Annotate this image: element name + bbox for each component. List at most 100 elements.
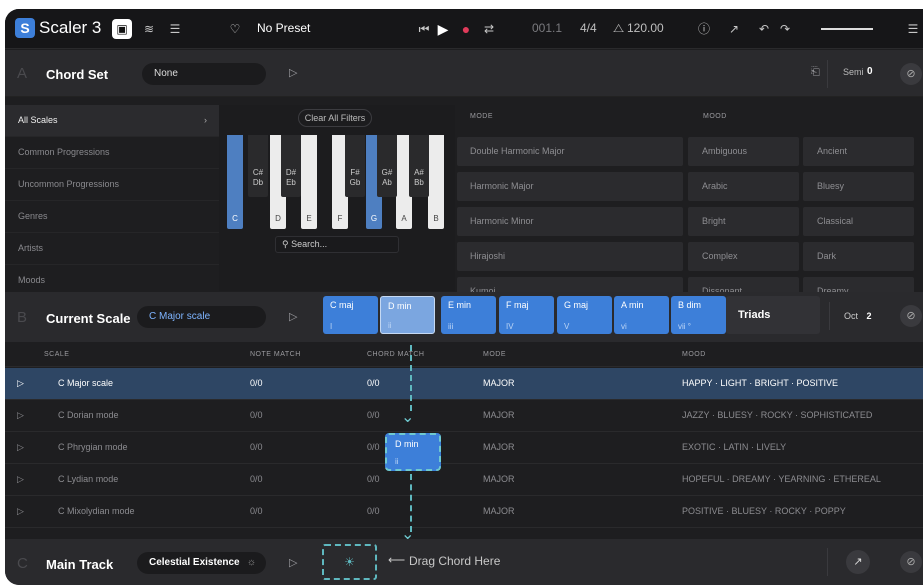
row-play-icon[interactable]: ▷: [17, 464, 24, 495]
tempo-readout[interactable]: 120.00: [627, 21, 664, 35]
octave-control[interactable]: Oct 2: [829, 302, 889, 330]
record-icon[interactable]: ●: [456, 19, 476, 39]
mood-filter-item[interactable]: Bluesy: [803, 172, 914, 201]
current-scale-selector[interactable]: C Major scale: [137, 306, 266, 328]
mode-filter-item[interactable]: Harmonic Major: [457, 172, 683, 201]
mood-filter-item[interactable]: Bright: [688, 207, 799, 236]
table-row[interactable]: ▷ C Major scale 0/0 0/0 MAJOR HAPPY · LI…: [5, 368, 923, 400]
row-play-icon[interactable]: ▷: [17, 368, 24, 399]
chord-set-play-icon[interactable]: ▷: [289, 66, 297, 79]
row-mode: MAJOR: [483, 410, 515, 420]
chord-pad[interactable]: A min vi: [614, 296, 669, 334]
current-scale-play-icon[interactable]: ▷: [289, 310, 297, 323]
main-track-selector[interactable]: Celestial Existence ☼: [137, 552, 266, 574]
link-icon[interactable]: ⊘: [900, 63, 922, 85]
chord-pad[interactable]: B dim vii °: [671, 296, 726, 334]
header-scale[interactable]: SCALE: [44, 351, 69, 358]
section-letter-c: C: [17, 555, 28, 572]
link-icon[interactable]: ⊘: [900, 305, 922, 327]
chord-type-selector[interactable]: Triads: [726, 296, 820, 334]
clear-filters-button[interactable]: Clear All Filters: [298, 109, 372, 127]
mood-filter-item[interactable]: Classical: [803, 207, 914, 236]
mood-filter-item[interactable]: Arabic: [688, 172, 799, 201]
chord-pad[interactable]: D min ii: [380, 296, 435, 334]
mode-filter-item[interactable]: Hirajoshi: [457, 242, 683, 271]
loop-icon[interactable]: ⇄: [479, 19, 499, 39]
row-scale: C Major scale: [58, 378, 114, 388]
row-note-match: 0/0: [250, 442, 263, 452]
volume-slider[interactable]: [821, 28, 873, 30]
info-icon[interactable]: ⓘ: [694, 19, 714, 39]
piano-key-d-sharp[interactable]: D# Eb: [281, 135, 301, 197]
row-mood: EXOTIC · LATIN · LIVELY: [682, 442, 787, 452]
sidebar-item-artists[interactable]: Artists: [5, 233, 219, 265]
chord-set-selector[interactable]: None: [142, 63, 266, 85]
piano-key-b[interactable]: B: [428, 135, 444, 229]
row-scale: C Mixolydian mode: [58, 506, 135, 516]
mood-column-header: MOOD: [703, 113, 727, 120]
table-row[interactable]: ▷ C Mixolydian mode 0/0 0/0 MAJOR POSITI…: [5, 496, 923, 528]
chord-set-bar: A Chord Set None ▷ ⎗ Semi 0 ⊘: [5, 50, 923, 97]
time-signature[interactable]: 4/4: [580, 21, 597, 35]
row-play-icon[interactable]: ▷: [17, 400, 24, 431]
header-note-match[interactable]: NOTE MATCH: [250, 351, 301, 358]
table-row[interactable]: ▷ C Dorian mode 0/0 0/0 MAJOR JAZZY · BL…: [5, 400, 923, 432]
piano-key-f-sharp[interactable]: F# Gb: [345, 135, 365, 197]
browser-view-icon[interactable]: ▣: [112, 19, 132, 39]
chord-pad[interactable]: E min iii: [441, 296, 496, 334]
table-row[interactable]: ▷ C Lydian mode 0/0 0/0 MAJOR HOPEFUL · …: [5, 464, 923, 496]
app-title: Scaler 3: [39, 18, 102, 37]
header-mode[interactable]: MODE: [483, 351, 506, 358]
dragged-chord-pad[interactable]: D min ii: [385, 433, 441, 471]
row-mode: MAJOR: [483, 506, 515, 516]
piano-key-g-sharp[interactable]: G# Ab: [377, 135, 397, 197]
heart-icon[interactable]: ♡: [225, 19, 245, 39]
export-icon[interactable]: ↗: [846, 550, 870, 574]
menu-icon[interactable]: ☰: [903, 19, 923, 39]
list-view-icon[interactable]: ☰: [165, 19, 185, 39]
mood-filter-item[interactable]: Ambiguous: [688, 137, 799, 166]
header-mood[interactable]: MOOD: [682, 351, 706, 358]
table-row[interactable]: ▷ C Phrygian mode 0/0 0/0 MAJOR EXOTIC ·…: [5, 432, 923, 464]
piano-key-e[interactable]: E: [301, 135, 317, 229]
chord-pad[interactable]: C maj I: [323, 296, 378, 334]
undo-icon[interactable]: ↶: [754, 19, 774, 39]
metronome-icon[interactable]: ⧍: [613, 21, 624, 36]
top-toolbar: S Scaler 3 ▣ ≋ ☰ ♡ No Preset ⏮ ▶ ● ⇄ 001…: [5, 9, 923, 49]
sun-icon[interactable]: ☼: [247, 552, 256, 574]
chord-pad[interactable]: G maj V: [557, 296, 612, 334]
link-icon[interactable]: ⊘: [900, 551, 922, 573]
sidebar-item-uncommon-progressions[interactable]: Uncommon Progressions: [5, 169, 219, 201]
mode-filter-item[interactable]: Harmonic Minor: [457, 207, 683, 236]
row-scale: C Phrygian mode: [58, 442, 128, 452]
mood-filter-item[interactable]: Dark: [803, 242, 914, 271]
play-icon[interactable]: ▶: [433, 19, 453, 39]
skip-back-icon[interactable]: ⏮: [414, 19, 434, 39]
header-chord-match[interactable]: CHORD MATCH: [367, 351, 424, 358]
scale-search-input[interactable]: ⚲ Search...: [275, 236, 399, 253]
row-note-match: 0/0: [250, 378, 263, 388]
drag-hint: Drag Chord Here: [409, 554, 501, 568]
preset-name[interactable]: No Preset: [257, 21, 310, 35]
main-track-play-icon[interactable]: ▷: [289, 556, 297, 569]
piano-key-c[interactable]: C: [227, 135, 243, 229]
redo-icon[interactable]: ↷: [775, 19, 795, 39]
export-arrow-icon[interactable]: ↗: [724, 19, 744, 39]
scale-table-header: SCALE NOTE MATCH CHORD MATCH MODE MOOD: [5, 343, 923, 367]
sidebar-item-genres[interactable]: Genres: [5, 201, 219, 233]
chord-drop-zone[interactable]: ☀: [322, 544, 377, 580]
piano-key-a-sharp[interactable]: A# Bb: [409, 135, 429, 197]
row-play-icon[interactable]: ▷: [17, 496, 24, 527]
mode-filter-item[interactable]: Double Harmonic Major: [457, 137, 683, 166]
mood-filter-item[interactable]: Ancient: [803, 137, 914, 166]
row-play-icon[interactable]: ▷: [17, 432, 24, 463]
lock-icon[interactable]: ⎗: [811, 66, 820, 79]
main-track-title: Main Track: [46, 557, 114, 572]
sidebar-item-common-progressions[interactable]: Common Progressions: [5, 137, 219, 169]
sidebar-item-all-scales[interactable]: All Scales ›: [5, 105, 219, 137]
semi-value[interactable]: 0: [867, 66, 873, 77]
layers-view-icon[interactable]: ≋: [139, 19, 159, 39]
piano-key-c-sharp[interactable]: C# Db: [248, 135, 268, 197]
chord-pad[interactable]: F maj IV: [499, 296, 554, 334]
mood-filter-item[interactable]: Complex: [688, 242, 799, 271]
